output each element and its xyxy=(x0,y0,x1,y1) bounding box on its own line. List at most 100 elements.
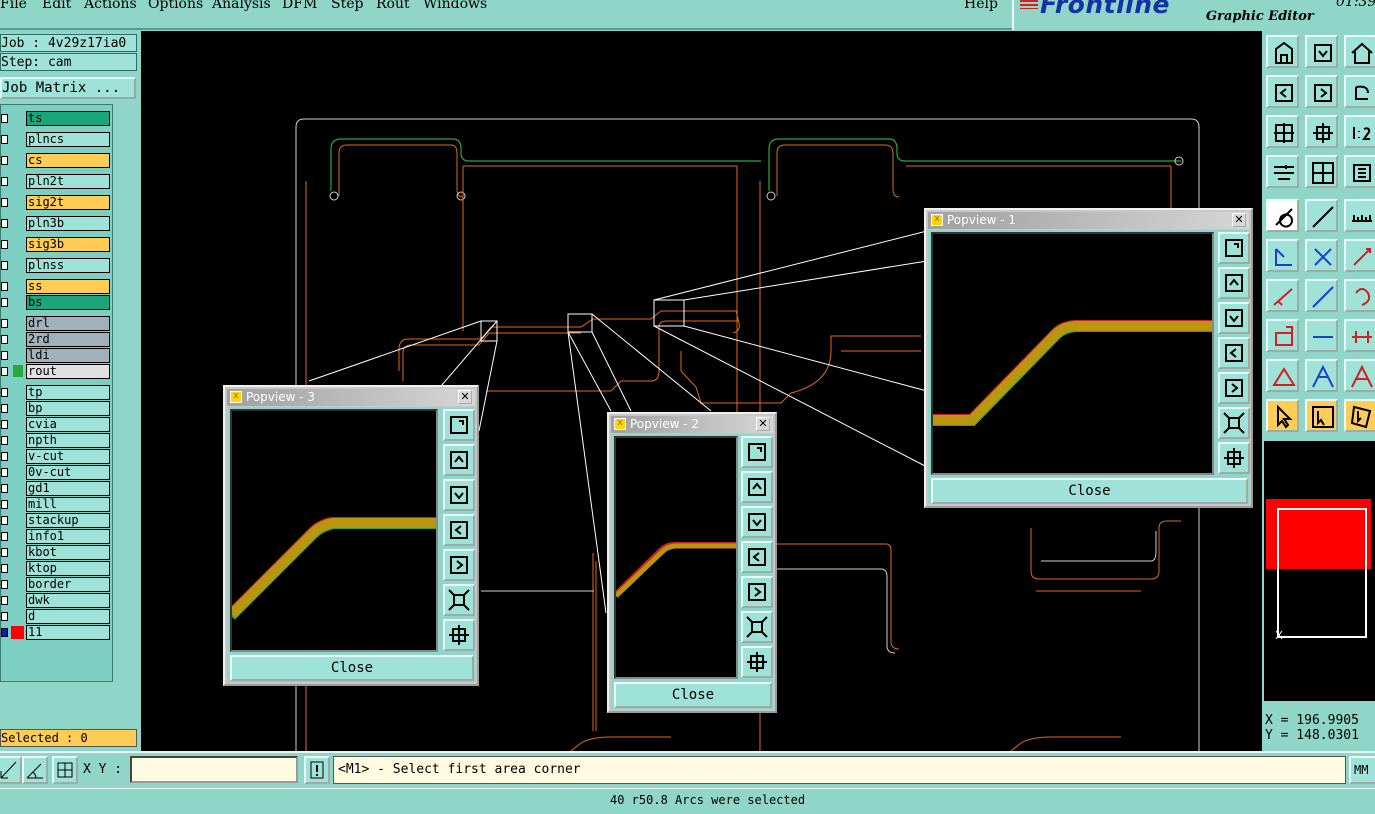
layer-checkbox[interactable] xyxy=(1,580,8,589)
layer-name[interactable]: v-cut xyxy=(26,449,110,464)
menu-help[interactable]: Help xyxy=(964,0,998,12)
layer-name[interactable]: drl xyxy=(26,316,110,331)
layer-row-pln2t[interactable]: pln2t xyxy=(1,174,113,189)
layer-checkbox[interactable] xyxy=(1,420,8,429)
zoom-in-button[interactable] xyxy=(1218,442,1250,474)
zoom-in-button[interactable] xyxy=(443,619,475,651)
zoom-out-button[interactable] xyxy=(443,584,475,616)
select-arrow-button[interactable] xyxy=(1266,399,1299,432)
measure-tool-button[interactable] xyxy=(0,756,22,784)
zoom-out-button[interactable] xyxy=(1218,407,1250,439)
zoom-in-button[interactable] xyxy=(1305,115,1338,148)
layer-row-dwk[interactable]: dwk xyxy=(1,593,113,608)
layer-name[interactable]: sig3b xyxy=(26,237,110,252)
layer-name[interactable]: rout xyxy=(26,364,110,379)
layer-checkbox[interactable] xyxy=(1,452,8,461)
popview-3-titlebar[interactable]: x Popview - 3 ✕ xyxy=(227,389,475,406)
undo-view-button[interactable] xyxy=(1344,75,1375,108)
cut-line-button[interactable] xyxy=(1305,279,1338,312)
layer-row-v-cut[interactable]: v-cut xyxy=(1,449,113,464)
pad-select-button[interactable] xyxy=(1266,199,1299,232)
layer-name[interactable]: bp xyxy=(26,401,110,416)
select-box-button[interactable] xyxy=(1305,399,1338,432)
layer-name[interactable]: stackup xyxy=(26,513,110,528)
layer-checkbox[interactable] xyxy=(1,114,8,123)
layer-name[interactable]: ldi xyxy=(26,348,110,363)
layer-name[interactable]: bs xyxy=(26,295,110,310)
layer-name[interactable]: pln3b xyxy=(26,216,110,231)
snap-tool-button[interactable] xyxy=(22,756,48,784)
layer-checkbox[interactable] xyxy=(1,532,8,541)
layer-checkbox[interactable] xyxy=(1,351,8,360)
layer-name[interactable]: dwk xyxy=(26,593,110,608)
layer-row-sig2t[interactable]: sig2t xyxy=(1,195,113,210)
menu-edit[interactable]: Edit xyxy=(42,0,71,12)
layer-row-bp[interactable]: bp xyxy=(1,401,113,416)
zoom-fit-button[interactable] xyxy=(1266,115,1299,148)
pan-down-button[interactable] xyxy=(443,479,475,511)
layer-checkbox[interactable] xyxy=(1,596,8,605)
layer-checkbox[interactable] xyxy=(1,564,8,573)
layer-name[interactable]: info1 xyxy=(26,529,110,544)
overview-map[interactable] xyxy=(1264,441,1375,701)
layer-name[interactable]: tp xyxy=(26,385,110,400)
layer-checkbox[interactable] xyxy=(1,612,8,621)
menu-file[interactable]: File xyxy=(0,0,27,12)
zoom-home-button[interactable] xyxy=(1266,35,1299,68)
pan-left-button[interactable] xyxy=(1266,75,1299,108)
layer-row-11[interactable]: 11 xyxy=(1,625,113,640)
layer-checkbox[interactable] xyxy=(1,198,8,207)
layer-name[interactable]: cs xyxy=(26,153,110,168)
layer-checkbox[interactable] xyxy=(1,219,8,228)
layer-checkbox[interactable] xyxy=(1,335,8,344)
connect-pads-button[interactable] xyxy=(1266,239,1299,272)
layer-row-info1[interactable]: info1 xyxy=(1,529,113,544)
arc-add-button[interactable] xyxy=(1344,359,1375,392)
layer-name[interactable]: pln2t xyxy=(26,174,110,189)
menu-windows[interactable]: Windows xyxy=(423,0,487,12)
layer-row-gd1[interactable]: gd1 xyxy=(1,481,113,496)
polygon-add-button[interactable] xyxy=(1305,359,1338,392)
layer-name[interactable]: 0v-cut xyxy=(26,465,110,480)
layer-checkbox[interactable] xyxy=(1,261,8,270)
layer-row-ts[interactable]: ts xyxy=(1,111,113,126)
edit-line-button[interactable] xyxy=(1266,279,1299,312)
layer-checkbox[interactable] xyxy=(1,548,8,557)
zoom-box-button[interactable] xyxy=(741,436,773,468)
zoom-box-button[interactable] xyxy=(1218,232,1250,264)
layer-name[interactable]: ts xyxy=(26,111,110,126)
select-poly-button[interactable] xyxy=(1344,399,1375,432)
pan-down-button[interactable] xyxy=(1305,35,1338,68)
layer-checkbox[interactable] xyxy=(1,240,8,249)
layer-name[interactable]: border xyxy=(26,577,110,592)
pan-right-button[interactable] xyxy=(1218,372,1250,404)
layer-name[interactable]: 2rd xyxy=(26,332,110,347)
popview-3-close-button[interactable]: Close xyxy=(230,655,474,681)
popview-2-view[interactable] xyxy=(614,436,738,679)
layer-row-border[interactable]: border xyxy=(1,577,113,592)
menu-actions[interactable]: Actions xyxy=(84,0,137,12)
layer-row-mill[interactable]: mill xyxy=(1,497,113,512)
triangle-button[interactable] xyxy=(1266,359,1299,392)
popview-2-close-button[interactable]: Close xyxy=(614,682,772,708)
grid-tool-button[interactable] xyxy=(52,756,78,784)
layer-checkbox[interactable] xyxy=(1,628,8,637)
layer-row-plncs[interactable]: plncs xyxy=(1,132,113,147)
layer-checkbox[interactable] xyxy=(1,177,8,186)
rotate-button[interactable] xyxy=(1344,279,1375,312)
pan-down-button[interactable] xyxy=(741,506,773,538)
layer-checkbox[interactable] xyxy=(1,388,8,397)
xy-input[interactable] xyxy=(130,756,298,783)
layer-checkbox[interactable] xyxy=(1,156,8,165)
layer-name[interactable]: gd1 xyxy=(26,481,110,496)
stretch-button[interactable] xyxy=(1344,319,1375,352)
layer-name[interactable]: mill xyxy=(26,497,110,512)
layer-row-tp[interactable]: tp xyxy=(1,385,113,400)
layer-name[interactable]: sig2t xyxy=(26,195,110,210)
pan-up-button[interactable] xyxy=(443,444,475,476)
layer-name[interactable]: plncs xyxy=(26,132,110,147)
layer-row-ldi[interactable]: ldi xyxy=(1,348,113,363)
job-matrix-button[interactable]: Job Matrix ... xyxy=(0,77,136,99)
layer-checkbox[interactable] xyxy=(1,516,8,525)
popview-2-titlebar[interactable]: x Popview - 2 ✕ xyxy=(611,416,773,433)
